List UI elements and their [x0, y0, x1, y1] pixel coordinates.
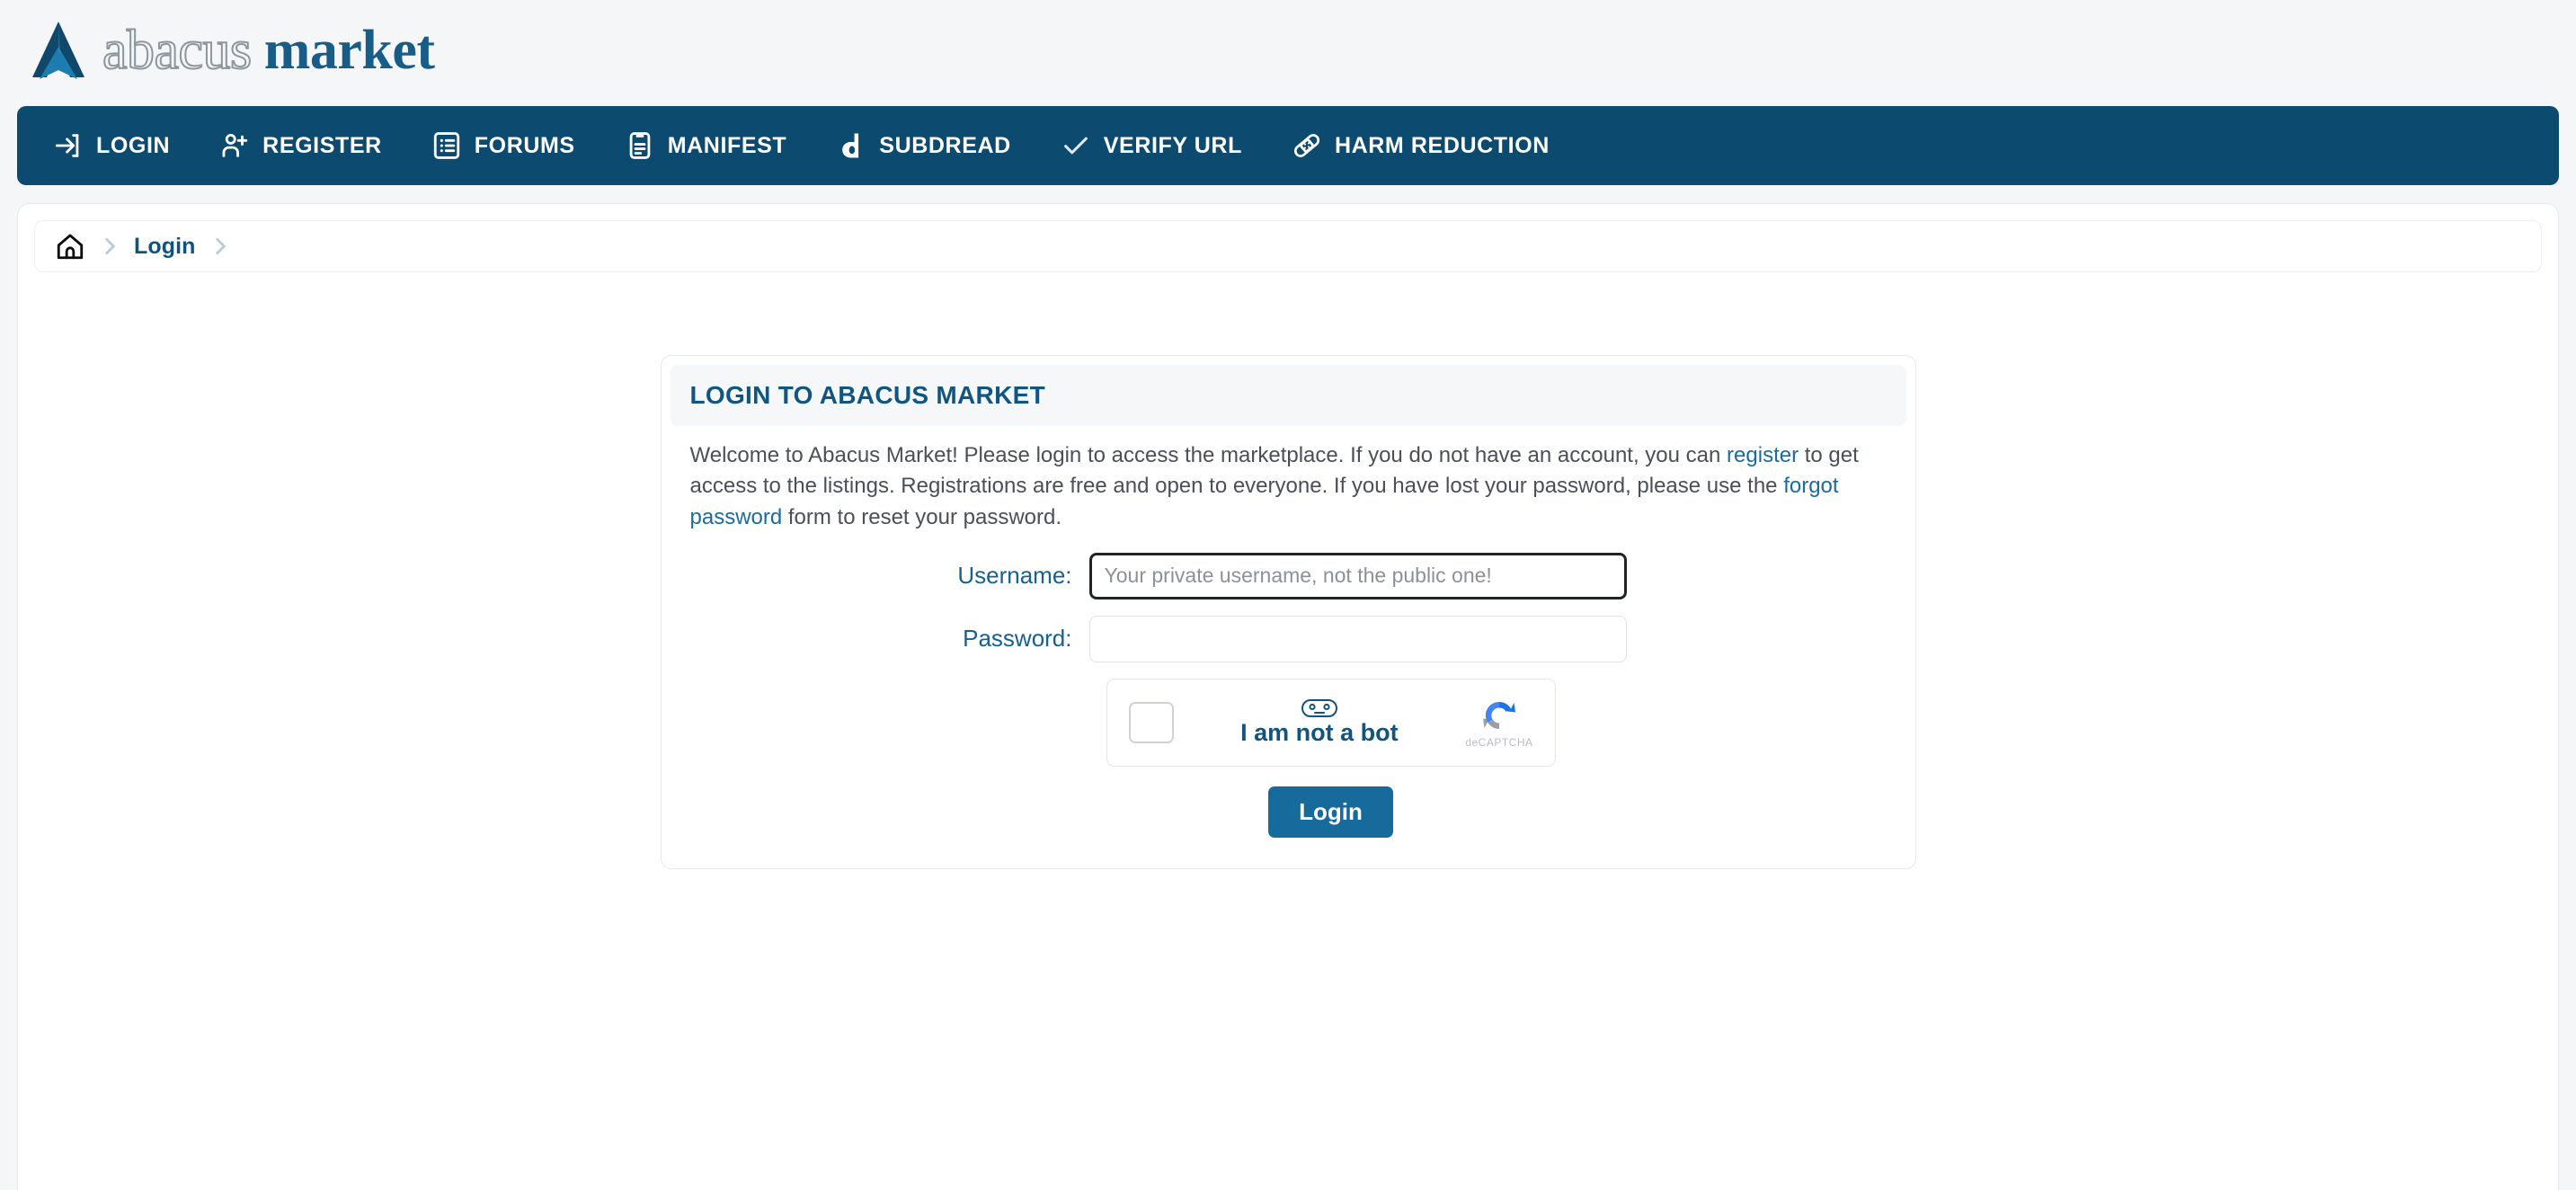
main-navigation: LOGIN REGISTER FORUMS MANIFEST SUBDREAD … — [17, 106, 2559, 185]
captcha-brand: deCAPTCHA — [1465, 697, 1532, 749]
login-arrow-icon — [55, 134, 79, 157]
password-row: Password: — [690, 615, 1887, 662]
robot-face-icon — [1301, 698, 1337, 717]
nav-label-subdread: SUBDREAD — [879, 132, 1011, 158]
login-panel-body: Welcome to Abacus Market! Please login t… — [671, 440, 1906, 838]
captcha-widget[interactable]: I am not a bot deCAPTCHA — [1106, 678, 1556, 767]
logo-word-abacus: abacus — [102, 20, 253, 81]
site-header: abacus market — [0, 0, 2576, 101]
captcha-brand-label: deCAPTCHA — [1465, 735, 1533, 749]
breadcrumb: Login — [34, 220, 2542, 272]
submit-wrap: Login — [1106, 786, 1556, 838]
nav-item-forums[interactable]: FORUMS — [431, 130, 601, 161]
intro-part-3: form to reset your password. — [782, 504, 1061, 529]
captcha-spacer — [690, 679, 1106, 767]
nav-item-harm-reduction[interactable]: HARM REDUCTION — [1292, 130, 1576, 161]
list-box-icon — [433, 132, 459, 159]
register-link[interactable]: register — [1727, 443, 1799, 467]
captcha-row: I am not a bot deCAPTCHA — [690, 678, 1887, 767]
nav-item-register[interactable]: REGISTER — [219, 130, 408, 161]
submit-spacer — [690, 786, 1106, 838]
bandage-icon — [1293, 134, 1320, 157]
checkmark-icon — [1063, 137, 1088, 155]
nav-label-verify-url: VERIFY URL — [1103, 132, 1242, 158]
dread-d-icon — [842, 133, 859, 158]
user-plus-icon — [222, 133, 248, 157]
nav-item-verify-url[interactable]: VERIFY URL — [1061, 130, 1268, 161]
breadcrumb-current[interactable]: Login — [134, 234, 196, 260]
nav-label-manifest: MANIFEST — [667, 132, 787, 158]
username-label: Username: — [957, 562, 1072, 590]
nav-label-forums: FORUMS — [474, 132, 575, 158]
login-submit-button[interactable]: Login — [1268, 786, 1393, 838]
intro-part-1: Welcome to Abacus Market! Please login t… — [689, 443, 1728, 467]
username-input[interactable] — [1088, 552, 1627, 599]
chevron-right-icon-trailing — [215, 238, 226, 254]
site-logo[interactable]: abacus market — [31, 20, 435, 81]
captcha-label: I am not a bot — [1240, 718, 1399, 746]
logo-word-market: market — [263, 20, 435, 81]
login-panel-header: LOGIN TO ABACUS MARKET — [670, 365, 1906, 426]
login-panel-area: LOGIN TO ABACUS MARKET Welcome to Abacus… — [34, 272, 2542, 869]
password-input[interactable] — [1088, 615, 1627, 662]
captcha-center: I am not a bot — [1194, 698, 1446, 747]
login-panel-title: LOGIN TO ABACUS MARKET — [689, 381, 1045, 409]
login-intro-text: Welcome to Abacus Market! Please login t… — [690, 440, 1877, 533]
nav-item-manifest[interactable]: MANIFEST — [625, 130, 813, 161]
nav-label-harm-reduction: HARM REDUCTION — [1334, 132, 1550, 158]
captcha-checkbox[interactable] — [1128, 701, 1174, 743]
submit-row: Login — [690, 786, 1887, 838]
chevron-right-icon — [105, 238, 115, 254]
site-logo-text: abacus market — [102, 20, 435, 81]
username-row: Username: — [690, 552, 1887, 599]
arrowhead-logo-icon — [32, 22, 84, 79]
recaptcha-refresh-icon — [1482, 701, 1515, 729]
login-panel: LOGIN TO ABACUS MARKET Welcome to Abacus… — [660, 355, 1916, 869]
nav-label-register: REGISTER — [262, 132, 382, 158]
password-label: Password: — [963, 625, 1072, 653]
main-content-card: Login LOGIN TO ABACUS MARKET Welcome to … — [17, 203, 2559, 1190]
home-icon[interactable] — [55, 231, 85, 262]
document-icon — [629, 132, 651, 159]
nav-label-login: LOGIN — [96, 132, 171, 158]
nav-item-subdread[interactable]: SUBDREAD — [836, 130, 1036, 161]
nav-item-login[interactable]: LOGIN — [53, 130, 196, 161]
